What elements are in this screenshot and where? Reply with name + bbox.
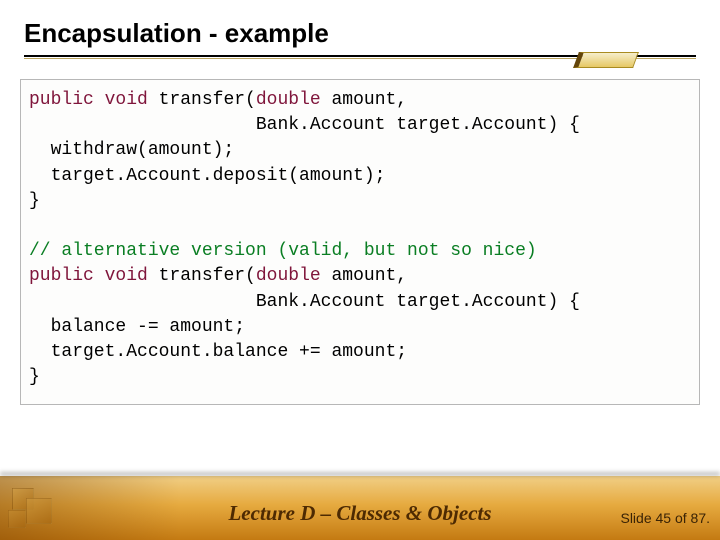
code-text: } [29,367,40,387]
code-text: Bank.Account target.Account) { [29,292,580,312]
code-text: } [29,191,40,211]
code-text: void [105,266,148,286]
code-text: public [29,90,94,110]
code-text: transfer( [148,266,256,286]
code-text: amount, [321,90,407,110]
code-block: public void transfer(double amount, Bank… [20,79,700,405]
code-text: public [29,266,94,286]
code-text: double [256,90,321,110]
code-text: void [105,90,148,110]
code-text: transfer( [148,90,256,110]
code-text: Bank.Account target.Account) { [29,115,580,135]
slide-title: Encapsulation - example [24,18,696,49]
code-text: target.Account.balance += amount; [29,342,407,362]
footer-band: Lecture D – Classes & Objects Slide 45 o… [0,476,720,540]
code-text: balance -= amount; [29,317,245,337]
code-text: amount, [321,266,407,286]
code-comment: // alternative version (valid, but not s… [29,241,537,261]
title-underline [24,55,696,63]
code-text: double [256,266,321,286]
code-text: target.Account.deposit(amount); [29,166,385,186]
code-text [94,90,105,110]
title-marker-icon [573,52,639,68]
slide-number: Slide 45 of 87. [620,510,710,526]
code-text: withdraw(amount); [29,140,234,160]
lecture-title: Lecture D – Classes & Objects [0,501,720,526]
code-text [94,266,105,286]
